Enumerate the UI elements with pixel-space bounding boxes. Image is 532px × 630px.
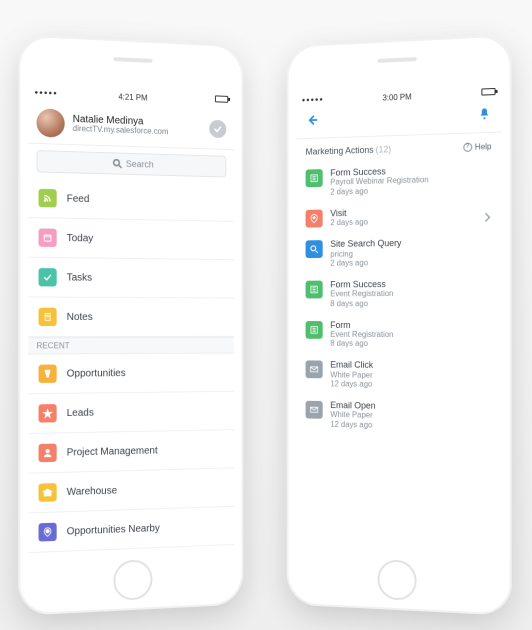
action-age: 12 days ago	[330, 420, 375, 430]
profile-domain: directTV.my.salesforce.com	[73, 125, 169, 137]
today-icon	[39, 228, 57, 247]
action-title: Form	[330, 320, 393, 330]
chevron-right-icon	[483, 209, 491, 227]
recent-label: RECENT	[28, 337, 233, 355]
nearby-icon	[39, 523, 57, 542]
action-row[interactable]: Site Search Querypricing2 days ago	[296, 231, 501, 274]
statusbar-time: 3:00 PM	[382, 92, 411, 102]
nav-item-notes[interactable]: Notes	[28, 297, 233, 337]
action-title: Email Open	[330, 400, 375, 411]
nav-item-label: Tasks	[67, 272, 92, 283]
phone-left: ●●●●● 4:21 PM Natalie Medinya directTV.m…	[18, 34, 243, 616]
action-title: Email Click	[330, 360, 373, 371]
battery-icon	[481, 88, 495, 96]
search-icon	[112, 158, 122, 168]
marketing-header: Marketing Actions	[306, 145, 374, 157]
action-row[interactable]: Email OpenWhite Paper12 days ago	[296, 394, 501, 438]
action-age: 8 days ago	[330, 339, 393, 348]
bell-icon[interactable]	[477, 106, 491, 126]
action-title: Visit	[330, 207, 368, 218]
help-link[interactable]: ? Help	[463, 141, 492, 151]
action-subtitle: White Paper	[330, 410, 375, 420]
back-arrow-icon	[306, 113, 319, 127]
form-icon	[306, 321, 323, 339]
battery-icon	[215, 95, 228, 102]
profile-header[interactable]: Natalie Medinya directTV.my.salesforce.c…	[28, 102, 233, 150]
action-age: 2 days ago	[330, 258, 401, 268]
home-button-right[interactable]	[378, 559, 417, 601]
nav-item-feed[interactable]: Feed	[28, 178, 233, 222]
nav-item-leads[interactable]: Leads	[28, 392, 233, 434]
action-age: 2 days ago	[330, 218, 368, 228]
visit-icon	[306, 209, 323, 227]
action-row[interactable]: Form SuccessEvent Registration8 days ago	[296, 272, 501, 314]
action-row[interactable]: FormEvent Registration8 days ago	[296, 313, 501, 354]
nav-item-label: Leads	[67, 407, 94, 419]
action-age: 12 days ago	[330, 379, 373, 389]
nav-item-opportunities[interactable]: Opportunities	[28, 353, 233, 394]
help-label: Help	[475, 141, 492, 151]
email-icon	[306, 361, 323, 379]
help-icon: ?	[463, 142, 472, 151]
nav-item-label: Notes	[67, 311, 93, 322]
proj-icon	[39, 444, 57, 463]
marketing-count: (12)	[376, 144, 392, 154]
action-row[interactable]: Form SuccessPayroll Webinar Registration…	[296, 157, 501, 203]
nav-item-label: Warehouse	[67, 485, 117, 498]
home-button-left[interactable]	[113, 559, 152, 601]
ware-icon	[39, 483, 57, 502]
search-icon	[306, 240, 323, 258]
form-icon	[306, 169, 323, 187]
nav-item-label: Feed	[67, 193, 90, 205]
nav-item-project-management[interactable]: Project Management	[28, 430, 233, 474]
search-input[interactable]: Search	[36, 150, 226, 177]
notes-icon	[39, 308, 57, 326]
nav-item-tasks[interactable]: Tasks	[28, 258, 233, 299]
nav-item-label: Opportunities Nearby	[67, 523, 160, 537]
opp-icon	[39, 365, 57, 383]
leads-icon	[39, 404, 57, 423]
screen-right: ●●●●● 3:00 PM Marketing Actions(12)	[296, 84, 501, 557]
avatar	[36, 108, 64, 137]
nav-item-label: Opportunities	[67, 368, 126, 380]
email-icon	[306, 401, 323, 419]
feed-icon	[39, 189, 57, 208]
action-subtitle: Event Registration	[330, 330, 393, 339]
action-row[interactable]: Visit2 days ago	[296, 198, 501, 233]
form-icon	[306, 281, 323, 299]
action-subtitle: White Paper	[330, 370, 373, 379]
tasks-icon	[39, 268, 57, 286]
action-age: 2 days ago	[330, 185, 428, 197]
statusbar-time: 4:21 PM	[118, 92, 147, 102]
nav-item-label: Project Management	[67, 445, 158, 458]
back-button[interactable]	[306, 113, 319, 132]
action-title: Site Search Query	[330, 238, 401, 249]
action-row[interactable]: Email ClickWhite Paper12 days ago	[296, 354, 501, 397]
nav-item-opportunities-nearby[interactable]: Opportunities Nearby	[28, 507, 233, 553]
action-subtitle: Event Registration	[330, 289, 393, 298]
action-title: Form Success	[330, 279, 393, 290]
nav-item-today[interactable]: Today	[28, 218, 233, 260]
checkmark-icon[interactable]	[209, 120, 226, 138]
phone-right: ●●●●● 3:00 PM Marketing Actions(12)	[287, 34, 512, 616]
nav-item-label: Today	[67, 232, 94, 244]
search-placeholder: Search	[126, 159, 154, 170]
screen-left: ●●●●● 4:21 PM Natalie Medinya directTV.m…	[28, 84, 233, 557]
action-age: 8 days ago	[330, 299, 393, 308]
